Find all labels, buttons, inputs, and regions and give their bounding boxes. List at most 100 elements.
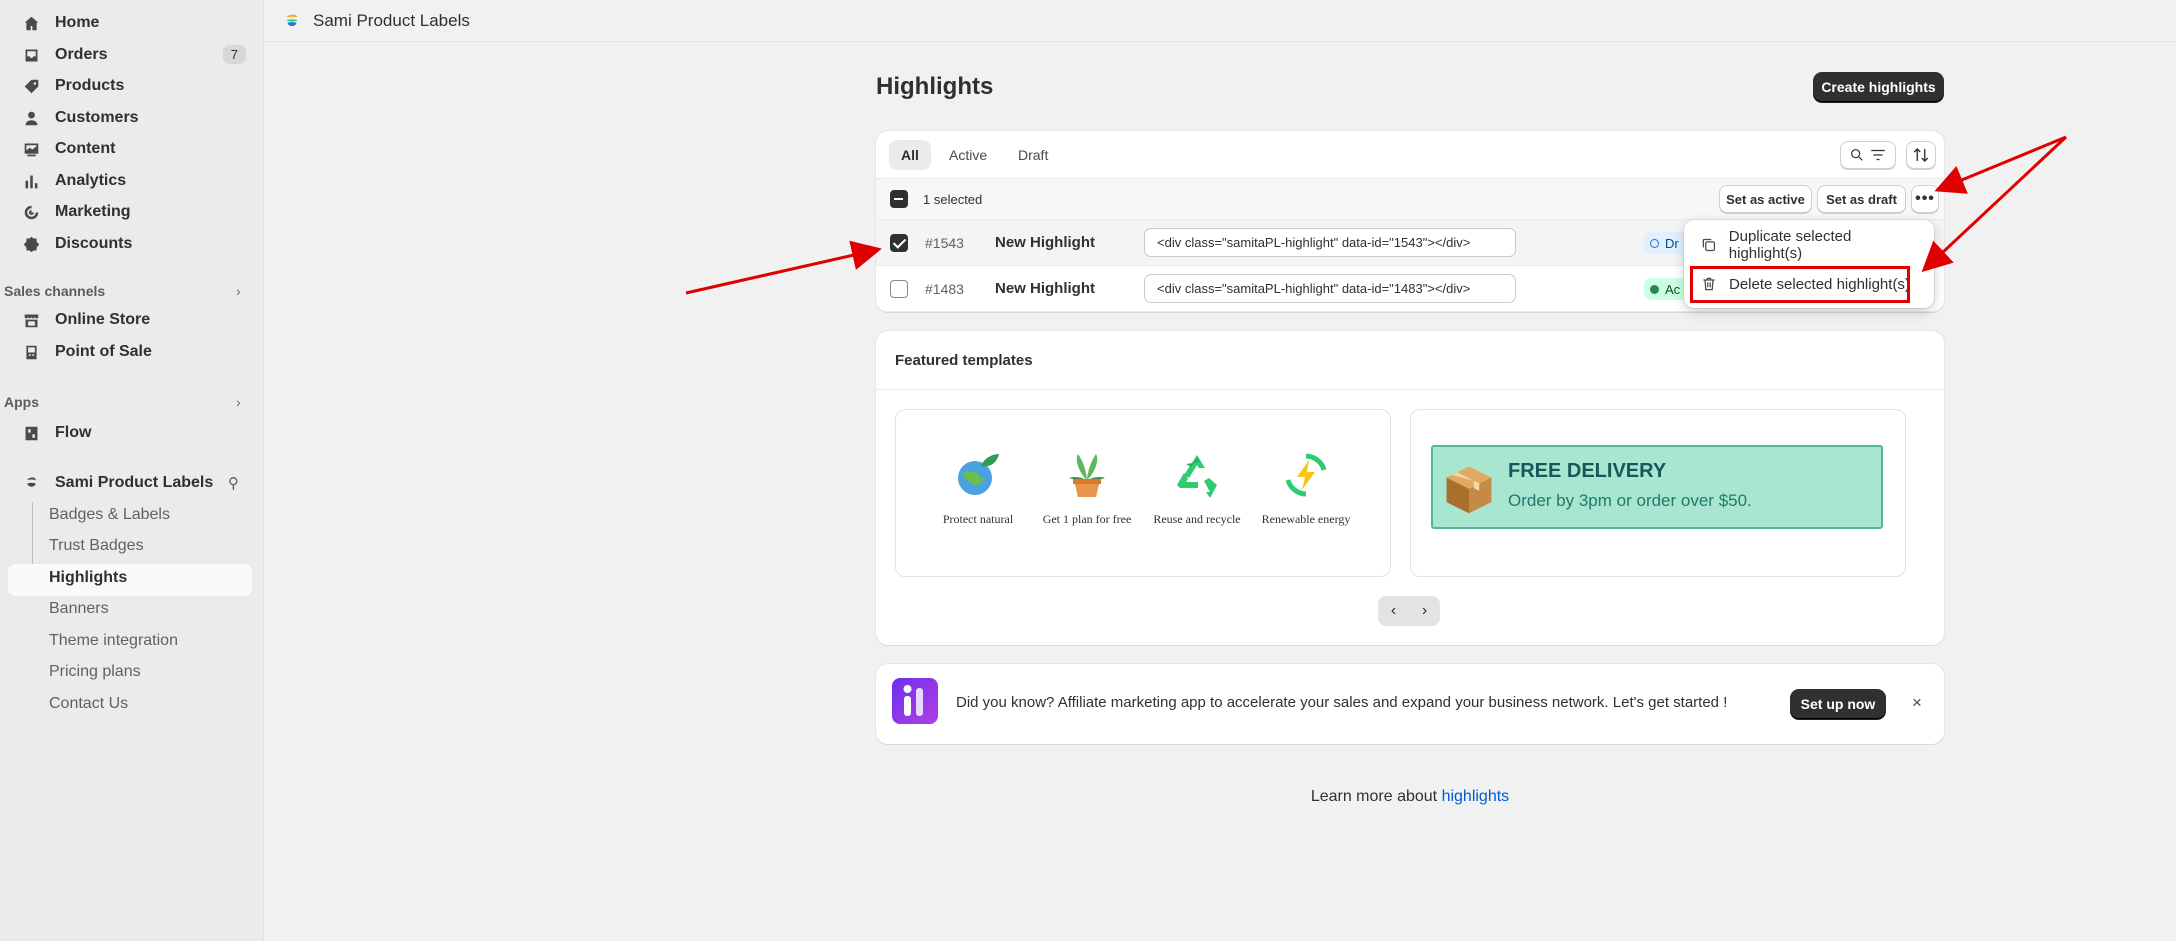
learn-more-prefix: Learn more about [1310, 788, 1442, 805]
nav-analytics[interactable]: Analytics [8, 166, 252, 196]
learn-more: Learn more about highlights [876, 788, 1944, 806]
selected-count: 1 selected [923, 192, 983, 207]
create-highlights-button[interactable]: Create highlights [1813, 72, 1944, 102]
nav-discounts[interactable]: Discounts [8, 229, 252, 259]
nav-label: Marketing [55, 203, 131, 220]
nav-label: Home [55, 14, 100, 31]
globe-leaf-icon [958, 454, 999, 495]
sub-item-theme-integration[interactable]: Theme integration [49, 632, 178, 650]
image-icon [20, 138, 42, 160]
highlight-caption: Reuse and recycle [1153, 512, 1241, 526]
discount-icon [20, 233, 42, 255]
sub-item-trust-badges[interactable]: Trust Badges [49, 537, 144, 555]
bar-chart-icon [20, 170, 42, 192]
highlight-caption: Get 1 plan for free [1042, 512, 1132, 526]
store-icon [20, 309, 42, 331]
embed-code-field[interactable]: <div class="samitaPL-highlight" data-id=… [1144, 228, 1516, 257]
highlight-free-plan: Get 1 plan for free [1032, 450, 1142, 527]
chevron-right-icon[interactable]: › [1409, 596, 1440, 626]
highlight-protect-natural: Protect natural [923, 450, 1033, 527]
annotation-arrow-more-button [1934, 135, 2067, 194]
chevron-left-icon[interactable]: ‹ [1378, 596, 1409, 626]
target-icon [20, 201, 42, 223]
filter-icon [1871, 149, 1885, 161]
sub-item-highlights[interactable]: Highlights [49, 569, 127, 587]
highlights-help-link[interactable]: highlights [1442, 788, 1510, 805]
divider [876, 389, 1944, 390]
affiliate-app-logo-icon [892, 678, 938, 724]
delivery-title: FREE DELIVERY [1508, 460, 1667, 482]
close-icon[interactable]: × [1912, 693, 1922, 713]
template-delivery-card[interactable]: FREE DELIVERY Order by 3pm or order over… [1410, 409, 1906, 577]
tab-active[interactable]: Active [937, 140, 999, 170]
renewable-energy-icon [1285, 453, 1327, 497]
chevron-right-icon[interactable]: › [236, 394, 241, 410]
potted-plant-icon [1069, 454, 1105, 497]
nav-label: Orders [55, 46, 108, 63]
delivery-subtitle: Order by 3pm or order over $50. [1508, 491, 1752, 510]
row-name[interactable]: New Highlight [995, 280, 1095, 297]
nav-home[interactable]: Home [8, 8, 252, 38]
app-topbar: Sami Product Labels [265, 0, 2176, 42]
sort-button[interactable] [1906, 141, 1936, 169]
row-checkbox[interactable] [890, 234, 908, 252]
nav-label: Flow [55, 424, 92, 441]
embed-code-field[interactable]: <div class="samitaPL-highlight" data-id=… [1144, 274, 1516, 303]
more-actions-button[interactable]: ••• [1911, 185, 1939, 213]
sami-logo-icon [286, 14, 298, 26]
row-id: #1483 [925, 281, 964, 297]
promo-text: Did you know? Affiliate marketing app to… [956, 694, 1728, 711]
set-up-now-button[interactable]: Set up now [1790, 689, 1886, 719]
sub-item-contact-us[interactable]: Contact Us [49, 695, 128, 713]
nav-label: Point of Sale [55, 343, 152, 360]
nav-point-of-sale[interactable]: Point of Sale [8, 337, 252, 367]
ellipsis-icon: ••• [1915, 190, 1935, 207]
nav-marketing[interactable]: Marketing [8, 197, 252, 227]
nav-customers[interactable]: Customers [8, 103, 252, 133]
annotation-arrow-delete [1921, 135, 2068, 273]
annotation-highlight-box [1690, 266, 1910, 303]
sub-item-pricing-plans[interactable]: Pricing plans [49, 663, 141, 681]
set-draft-button[interactable]: Set as draft [1817, 185, 1906, 213]
highlight-reuse-recycle: Reuse and recycle [1142, 450, 1252, 527]
sub-item-badges-labels[interactable]: Badges & Labels [49, 506, 170, 524]
status-badge: Dr [1644, 232, 1687, 254]
package-box-icon [1446, 466, 1492, 514]
status-dot-icon [1650, 238, 1659, 248]
nav-products[interactable]: Products [8, 71, 252, 101]
apps-label: Apps [4, 394, 39, 410]
pin-icon[interactable]: ⚲ [228, 474, 239, 492]
row-checkbox[interactable] [890, 280, 908, 298]
bulk-actions-bar: 1 selected Set as active Set as draft ••… [876, 179, 1944, 220]
nav-sami-product-labels[interactable]: Sami Product Labels [8, 468, 252, 498]
row-name[interactable]: New Highlight [995, 234, 1095, 251]
nav-content[interactable]: Content [8, 134, 252, 164]
tab-draft[interactable]: Draft [1006, 140, 1060, 170]
annotation-arrow-row [685, 240, 882, 295]
nav-label: Online Store [55, 311, 151, 328]
flow-icon [20, 422, 42, 444]
sort-icon [1913, 148, 1929, 162]
nav-orders[interactable]: Orders 7 [8, 40, 252, 70]
template-highlights-card[interactable]: Protect natural Get 1 plan for free Reus… [895, 409, 1391, 577]
featured-templates-card: Featured templates Protect natural Get 1… [876, 331, 1944, 645]
tab-all[interactable]: All [889, 140, 931, 170]
tag-icon [20, 75, 42, 97]
select-all-checkbox[interactable] [890, 190, 908, 208]
free-delivery-banner: FREE DELIVERY Order by 3pm or order over… [1431, 445, 1883, 529]
nav-label: Products [55, 77, 125, 94]
search-filter-button[interactable] [1840, 141, 1896, 169]
set-active-button[interactable]: Set as active [1719, 185, 1812, 213]
search-icon [1851, 149, 1863, 161]
chevron-right-icon[interactable]: › [236, 283, 241, 299]
nav-flow[interactable]: Flow [8, 418, 252, 448]
page-title: Highlights [876, 73, 994, 100]
sami-logo-icon [20, 472, 42, 494]
promo-banner: Did you know? Affiliate marketing app to… [876, 664, 1944, 744]
sales-channels-label: Sales channels [4, 283, 106, 299]
highlight-caption: Renewable energy [1261, 512, 1351, 526]
row-id: #1543 [925, 235, 964, 251]
duplicate-menu-item[interactable]: Duplicate selected highlight(s) [1692, 228, 1926, 262]
sub-item-banners[interactable]: Banners [49, 600, 109, 618]
nav-online-store[interactable]: Online Store [8, 305, 252, 335]
